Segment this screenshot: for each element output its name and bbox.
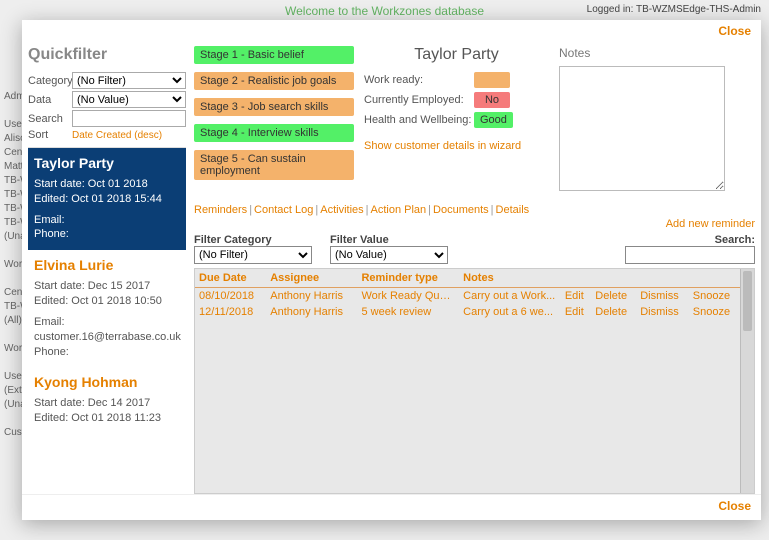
stage-pill[interactable]: Stage 3 - Job search skills [194,98,354,116]
person-card[interactable]: Taylor Party Start date: Oct 01 2018 Edi… [28,148,186,250]
notes-textarea[interactable] [559,66,725,191]
bg-welcome: Welcome to the Workzones database [285,4,484,18]
stage-pill[interactable]: Stage 4 - Interview skills [194,124,354,142]
table-row: 12/11/2018Anthony Harris5 week reviewCar… [195,304,740,320]
row-action-edit[interactable]: Edit [561,304,591,320]
bg-logged-in: Logged in: TB-WZMSEdge-THS-Admin [587,4,761,15]
row-action-dismiss[interactable]: Dismiss [636,304,689,320]
modal: Close Quickfilter Category (No Filter) D… [22,20,761,520]
qf-category-select[interactable]: (No Filter) [72,72,186,89]
reminders-grid: Due DateAssigneeReminder typeNotes 08/10… [195,269,740,320]
tab-action-plan[interactable]: Action Plan [371,204,427,216]
detail-tabs: Reminders|Contact Log|Activities|Action … [194,204,755,216]
wizard-link[interactable]: Show customer details in wizard [364,140,521,152]
work-ready-label: Work ready: [364,74,474,86]
grid-cell: Work Ready Questio... [357,288,459,305]
qf-sort-value[interactable]: Date Created (desc) [72,130,186,141]
tab-details[interactable]: Details [496,204,530,216]
row-action-snooze[interactable]: Snooze [689,288,740,305]
grid-header[interactable]: Assignee [266,269,357,288]
grid-cell: Anthony Harris [266,304,357,320]
qf-category-label: Category [28,75,72,87]
person-card[interactable]: Kyong Hohman Start date: Dec 14 2017 Edi… [28,367,186,440]
qf-data-label: Data [28,94,72,106]
close-button-bottom[interactable]: Close [718,499,751,513]
grid-search-label: Search: [625,234,755,246]
person-name: Taylor Party [34,154,180,173]
qf-sort-label: Sort [28,129,72,141]
qf-data-select[interactable]: (No Value) [72,91,186,108]
row-action-delete[interactable]: Delete [591,288,636,305]
close-button-top[interactable]: Close [718,24,751,38]
grid-header[interactable] [591,269,636,288]
grid-header[interactable] [636,269,689,288]
row-action-edit[interactable]: Edit [561,288,591,305]
qf-search-input[interactable] [72,110,186,127]
person-name: Elvina Lurie [34,256,180,275]
filter-value-select[interactable]: (No Value) [330,246,448,264]
grid-header[interactable]: Reminder type [357,269,459,288]
stage-pill[interactable]: Stage 5 - Can sustain employment [194,150,354,180]
add-reminder-link[interactable]: Add new reminder [194,218,755,230]
qf-search-label: Search [28,113,72,125]
grid-cell: 08/10/2018 [195,288,266,305]
grid-cell: Anthony Harris [266,288,357,305]
health-label: Health and Wellbeing: [364,114,474,126]
grid-cell: 12/11/2018 [195,304,266,320]
tab-activities[interactable]: Activities [320,204,363,216]
table-row: 08/10/2018Anthony HarrisWork Ready Quest… [195,288,740,305]
stage-pill[interactable]: Stage 2 - Realistic job goals [194,72,354,90]
row-action-delete[interactable]: Delete [591,304,636,320]
people-list: Taylor Party Start date: Oct 01 2018 Edi… [28,147,186,494]
notes-label: Notes [559,46,755,60]
grid-header[interactable] [689,269,740,288]
row-action-snooze[interactable]: Snooze [689,304,740,320]
filter-category-select[interactable]: (No Filter) [194,246,312,264]
grid-cell: 5 week review [357,304,459,320]
grid-cell: Carry out a 6 we... [459,304,561,320]
filter-category-label: Filter Category [194,234,312,246]
health-pill: Good [474,112,513,128]
quickfilter-title: Quickfilter [28,46,186,64]
stages: Stage 1 - Basic belief Stage 2 - Realisti… [194,46,354,194]
grid-header[interactable]: Due Date [195,269,266,288]
person-name: Kyong Hohman [34,373,180,392]
grid-header[interactable] [561,269,591,288]
tab-documents[interactable]: Documents [433,204,489,216]
tab-reminders[interactable]: Reminders [194,204,247,216]
employed-label: Currently Employed: [364,94,474,106]
stage-pill[interactable]: Stage 1 - Basic belief [194,46,354,64]
person-card[interactable]: Elvina Lurie Start date: Dec 15 2017 Edi… [28,250,186,367]
grid-header[interactable]: Notes [459,269,561,288]
grid-scrollbar[interactable] [740,269,754,493]
work-ready-pill [474,72,510,88]
employed-pill: No [474,92,510,108]
filter-value-label: Filter Value [330,234,448,246]
grid-cell: Carry out a Work... [459,288,561,305]
customer-title: Taylor Party [364,46,549,64]
grid-search-input[interactable] [625,246,755,264]
tab-contact-log[interactable]: Contact Log [254,204,313,216]
row-action-dismiss[interactable]: Dismiss [636,288,689,305]
